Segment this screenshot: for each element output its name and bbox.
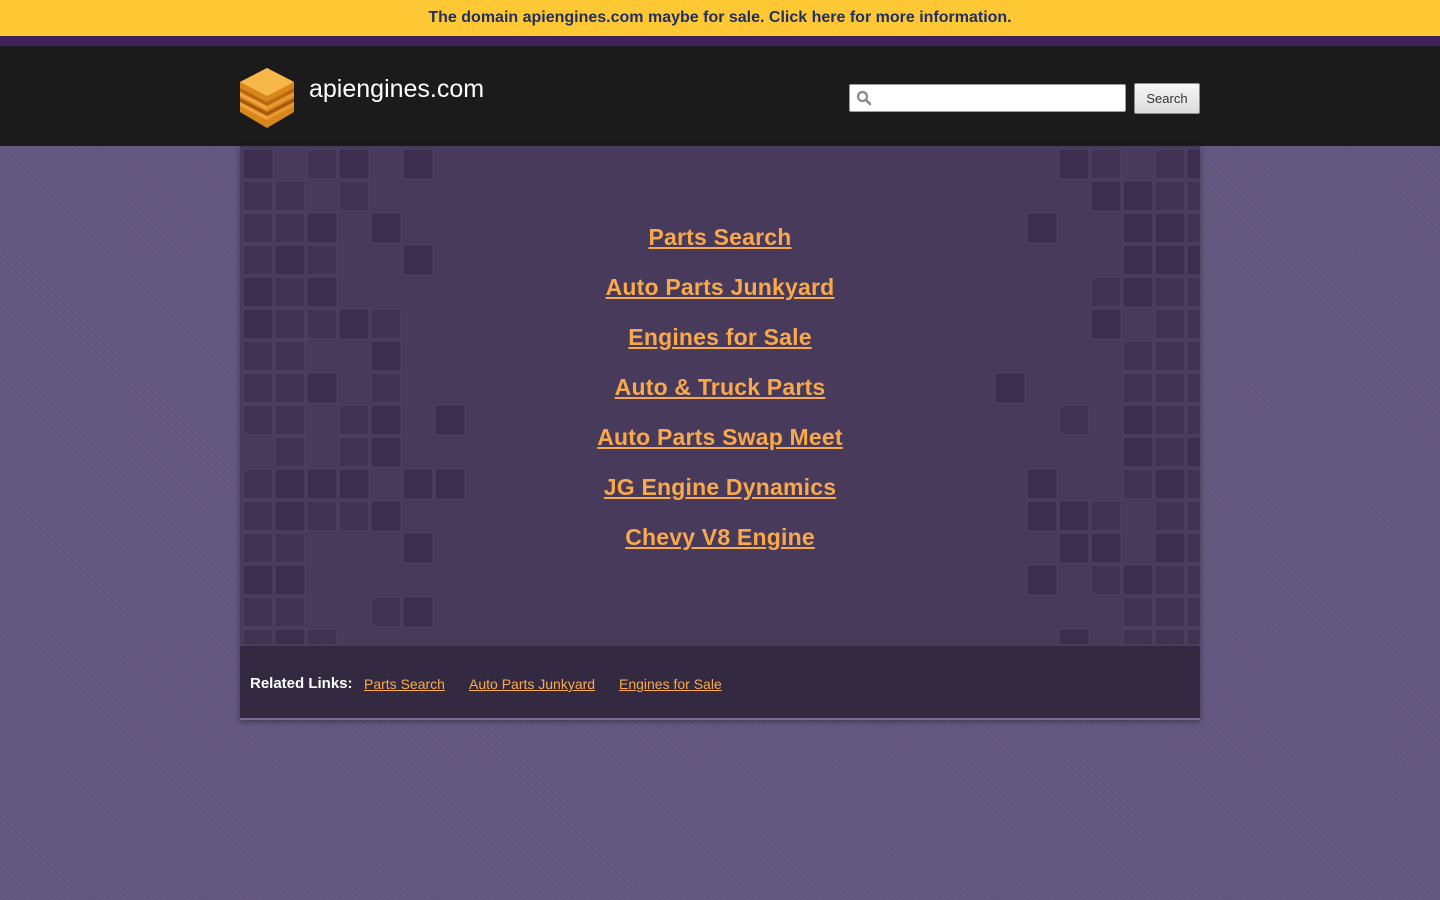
related-link-parts-search[interactable]: Parts Search <box>364 676 445 692</box>
main-link-jg-engine-dynamics[interactable]: JG Engine Dynamics <box>240 462 1200 512</box>
main-link-label[interactable]: Auto Parts Junkyard <box>606 274 835 300</box>
main-content-panel: Parts Search Auto Parts Junkyard Engines… <box>240 146 1200 644</box>
search-input[interactable] <box>849 84 1126 112</box>
domain-sale-banner[interactable]: The domain apiengines.com maybe for sale… <box>0 0 1440 36</box>
search-button[interactable]: Search <box>1134 83 1200 114</box>
main-link-chevy-v8-engine[interactable]: Chevy V8 Engine <box>240 512 1200 562</box>
related-links-label: Related Links: <box>250 675 353 692</box>
layered-cube-logo-icon[interactable] <box>240 68 294 128</box>
domain-sale-banner-text[interactable]: The domain apiengines.com maybe for sale… <box>428 9 1011 26</box>
site-name[interactable]: apiengines.com <box>309 75 484 104</box>
main-link-engines-for-sale[interactable]: Engines for Sale <box>240 312 1200 362</box>
related-link-auto-parts-junkyard[interactable]: Auto Parts Junkyard <box>469 676 595 692</box>
main-link-auto-truck-parts[interactable]: Auto & Truck Parts <box>240 362 1200 412</box>
search-icon <box>856 90 872 106</box>
main-link-list: Parts Search Auto Parts Junkyard Engines… <box>240 212 1200 562</box>
main-link-label[interactable]: JG Engine Dynamics <box>604 474 836 500</box>
main-link-label[interactable]: Chevy V8 Engine <box>625 524 815 550</box>
header-accent-stripe <box>0 36 1440 46</box>
main-link-label[interactable]: Auto Parts Swap Meet <box>597 424 843 450</box>
main-link-label[interactable]: Parts Search <box>648 224 791 250</box>
main-link-parts-search[interactable]: Parts Search <box>240 212 1200 262</box>
main-link-auto-parts-junkyard[interactable]: Auto Parts Junkyard <box>240 262 1200 312</box>
main-link-auto-parts-swap-meet[interactable]: Auto Parts Swap Meet <box>240 412 1200 462</box>
site-header: apiengines.com Search <box>0 46 1440 146</box>
related-links-bar: Related Links: Parts Search Auto Parts J… <box>240 646 1200 720</box>
main-link-label[interactable]: Auto & Truck Parts <box>615 374 826 400</box>
related-link-engines-for-sale[interactable]: Engines for Sale <box>619 676 722 692</box>
main-link-label[interactable]: Engines for Sale <box>628 324 811 350</box>
